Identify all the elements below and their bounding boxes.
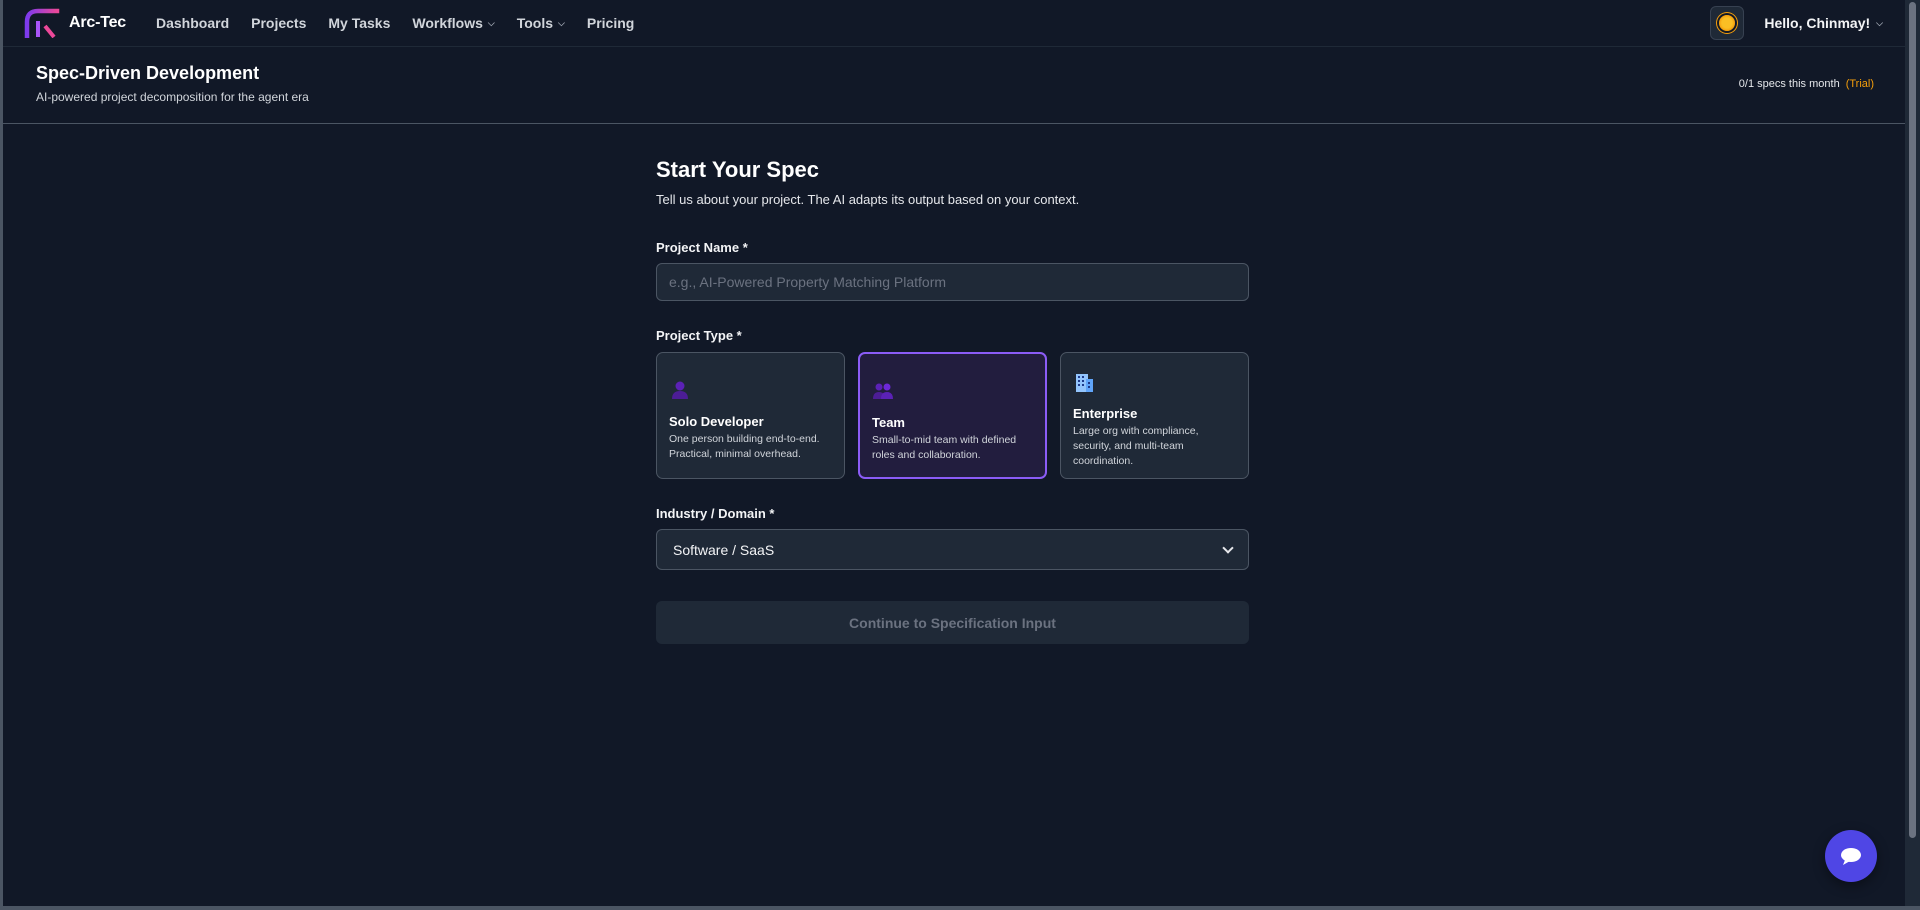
page-scrollbar[interactable]	[1905, 0, 1920, 910]
app-logo[interactable]: Arc-Tec	[23, 8, 126, 38]
domain-select[interactable]: Software / SaaS	[656, 529, 1249, 570]
continue-button[interactable]: Continue to Specification Input	[656, 601, 1249, 644]
project-name-input[interactable]	[656, 263, 1249, 301]
usage-count: 0/1 specs this month	[1738, 78, 1840, 90]
page-title: Spec-Driven Development	[36, 63, 260, 83]
scrollbar-thumb[interactable]	[1909, 2, 1916, 838]
card-description: Large org with compliance, security, and…	[1073, 425, 1199, 467]
page-subtitle: AI-powered project decomposition for the…	[36, 90, 309, 104]
domain-label: Industry / Domain *	[656, 506, 775, 521]
chevron-down-icon: ⌵	[1876, 17, 1883, 28]
form-intro: Tell us about your project. The AI adapt…	[656, 192, 1080, 207]
nav-tools[interactable]: Tools ⌵	[517, 15, 565, 31]
project-type-enterprise-card[interactable]: Enterprise Large org with compliance, se…	[1060, 352, 1249, 479]
card-title: Enterprise	[1073, 406, 1138, 421]
user-menu[interactable]: Hello, Chinmay! ⌵	[1764, 15, 1883, 31]
nav-my-tasks[interactable]: My Tasks	[328, 15, 390, 31]
chat-bubble-icon	[1841, 848, 1861, 865]
sun-icon	[1719, 15, 1736, 31]
top-navigation: Arc-Tec Dashboard Projects My Tasks Work…	[3, 0, 1905, 47]
chevron-down-icon: ⌵	[558, 17, 565, 28]
theme-toggle-button[interactable]	[1710, 6, 1745, 40]
project-type-team-card[interactable]: Team Small-to-mid team with defined role…	[858, 352, 1047, 479]
project-type-options: Solo Developer One person building end-t…	[656, 352, 1249, 479]
nav-workflows[interactable]: Workflows ⌵	[412, 15, 494, 31]
form-title: Start Your Spec	[656, 157, 820, 182]
nav-pricing[interactable]: Pricing	[587, 15, 634, 31]
card-title: Solo Developer	[669, 414, 764, 429]
plan-badge: (Trial)	[1845, 78, 1874, 90]
office-building-icon	[1073, 371, 1095, 393]
chat-button[interactable]	[1825, 830, 1877, 882]
person-icon	[669, 379, 691, 401]
app-name: Arc-Tec	[69, 14, 126, 31]
page-header: Spec-Driven Development AI-powered proje…	[3, 47, 1905, 124]
chevron-down-icon	[1222, 541, 1234, 554]
chevron-down-icon: ⌵	[487, 17, 495, 28]
people-icon	[872, 380, 894, 402]
spec-form: Start Your Spec Tell us about your proje…	[656, 157, 1249, 644]
nav-projects[interactable]: Projects	[251, 15, 306, 31]
project-name-label: Project Name *	[656, 240, 748, 255]
usage-indicator: 0/1 specs this month (Trial)	[1739, 78, 1874, 90]
project-type-solo-card[interactable]: Solo Developer One person building end-t…	[656, 352, 845, 479]
project-type-label: Project Type *	[656, 328, 742, 343]
window-frame-left	[0, 0, 3, 910]
arc-logo-icon	[24, 8, 60, 38]
card-description: One person building end-to-end. Practica…	[669, 433, 820, 460]
card-description: Small-to-mid team with defined roles and…	[872, 434, 1017, 461]
user-greeting: Hello, Chinmay!	[1764, 15, 1871, 31]
nav-dashboard[interactable]: Dashboard	[156, 15, 229, 31]
domain-selected-value: Software / SaaS	[673, 541, 775, 558]
window-frame-bottom	[0, 906, 1920, 910]
card-title: Team	[872, 415, 905, 430]
